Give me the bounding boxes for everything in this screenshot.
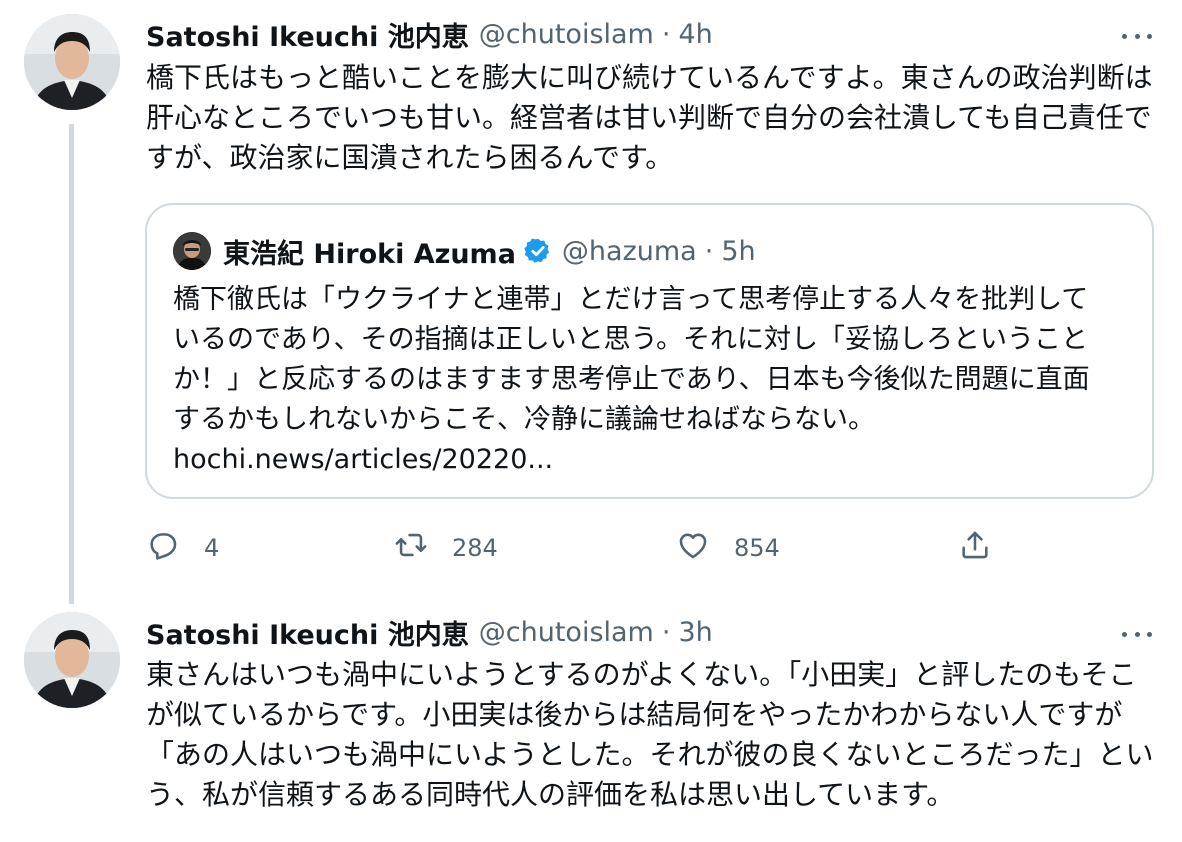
quoted-tweet-card[interactable]: 東浩紀 Hiroki Azuma @hazuma · 5h 橋下徹氏は「ウクライ… <box>145 203 1154 499</box>
reply-button[interactable]: 4 <box>146 528 219 568</box>
tweet-timestamp[interactable]: 3h <box>678 617 712 648</box>
share-button[interactable] <box>958 528 992 568</box>
retweet-icon <box>394 528 428 568</box>
tweet-text-line: う、私が信頼するある同時代人の評価を私は思い出しています。 <box>146 778 955 811</box>
tweet-text-line: すが、政治家に国潰されたら困るんです。 <box>146 141 674 174</box>
quoted-tweet-header: 東浩紀 Hiroki Azuma @hazuma · 5h <box>223 231 756 271</box>
author-avatar[interactable] <box>24 14 120 110</box>
like-button[interactable]: 854 <box>676 528 780 568</box>
tweet-2[interactable]: Satoshi Ikeuchi 池内恵 @chutoislam · 3h 東さん… <box>0 600 1182 842</box>
quoted-author-avatar[interactable] <box>173 232 211 270</box>
author-handle[interactable]: @chutoislam <box>479 19 654 50</box>
verified-badge-icon <box>524 237 552 265</box>
quoted-author-name[interactable]: 東浩紀 Hiroki Azuma <box>223 232 516 271</box>
author-name[interactable]: Satoshi Ikeuchi 池内恵 <box>146 613 469 652</box>
tweet-1[interactable]: Satoshi Ikeuchi 池内恵 @chutoislam · 4h 橋下氏… <box>0 0 1182 600</box>
retweet-button[interactable]: 284 <box>394 528 498 568</box>
author-avatar[interactable] <box>24 612 120 708</box>
quoted-tweet-timestamp[interactable]: 5h <box>721 236 755 267</box>
quoted-text-line: するかもしれないからこそ、冷静に議論せねばならない。 <box>173 404 875 435</box>
separator-dot: · <box>704 235 714 267</box>
quoted-link[interactable]: hochi.news/articles/20220... <box>173 440 1133 480</box>
tweet-header: Satoshi Ikeuchi 池内恵 @chutoislam · 3h <box>146 612 713 652</box>
quoted-tweet-text: 橋下徹氏は「ウクライナと連帯」とだけ言って思考停止する人々を批判して いるのであ… <box>173 280 1133 480</box>
quoted-text-line: いるのであり、その指摘は正しいと思う。それに対し「妥協しろということ <box>173 324 1089 355</box>
tweet-header: Satoshi Ikeuchi 池内恵 @chutoislam · 4h <box>146 14 713 54</box>
heart-icon <box>676 528 710 568</box>
share-icon <box>958 528 992 568</box>
separator-dot: · <box>661 18 671 50</box>
more-options-icon[interactable] <box>1122 21 1152 51</box>
tweet-text: 橋下氏はもっと酷いことを膨大に叫び続けているんですよ。東さんの政治判断は 肝心な… <box>146 58 1156 178</box>
more-options-icon[interactable] <box>1122 619 1152 649</box>
reply-icon <box>146 528 180 568</box>
tweet-text-line: が似ているからです。小田実は後からは結局何をやったかわからない人ですが <box>146 698 1123 731</box>
tweet-text: 東さんはいつも渦中にいようとするのがよくない。「小田実」と評したのもそこ が似て… <box>146 655 1156 815</box>
tweet-text-line: 「あの人はいつも渦中にいようとした。それが彼の良くないところだった」とい <box>146 738 1154 771</box>
author-handle[interactable]: @chutoislam <box>479 617 654 648</box>
tweet-text-line: 東さんはいつも渦中にいようとするのがよくない。「小田実」と評したのもそこ <box>146 658 1137 691</box>
tweet-text-line: 肝心なところでいつも甘い。経営者は甘い判断で自分の会社潰しても自己責任で <box>146 101 1152 134</box>
reply-count: 4 <box>204 534 220 562</box>
quoted-author-handle[interactable]: @hazuma <box>562 236 697 267</box>
tweet-timestamp[interactable]: 4h <box>678 19 712 50</box>
tweet-actions-bar: 4 284 854 <box>146 528 1156 568</box>
separator-dot: · <box>661 616 671 648</box>
quoted-text-line: か！」と反応するのはますます思考停止であり、日本も今後似た問題に直面 <box>173 364 1090 395</box>
tweet-text-line: 橋下氏はもっと酷いことを膨大に叫び続けているんですよ。東さんの政治判断は <box>146 61 1153 94</box>
like-count: 854 <box>734 534 780 562</box>
author-name[interactable]: Satoshi Ikeuchi 池内恵 <box>146 15 469 54</box>
retweet-count: 284 <box>452 534 498 562</box>
quoted-text-line: 橋下徹氏は「ウクライナと連帯」とだけ言って思考停止する人々を批判して <box>173 284 1089 315</box>
